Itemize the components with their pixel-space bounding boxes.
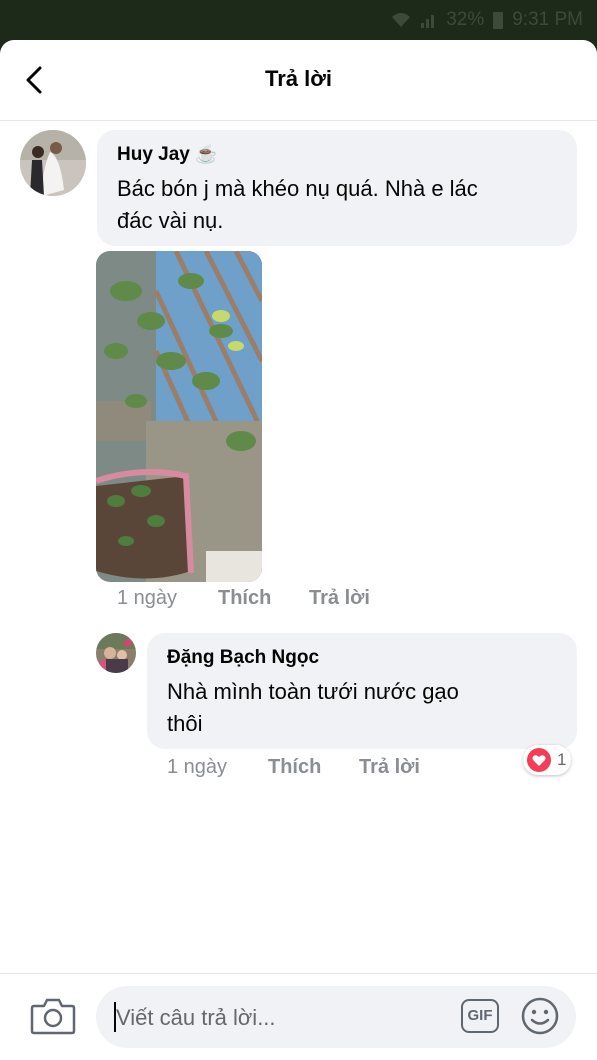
avatar-huy-jay[interactable] — [20, 130, 86, 196]
camera-icon[interactable] — [30, 996, 76, 1036]
reply-bubble[interactable]: Đặng Bạch Ngọc Nhà mình toàn tưới nước g… — [147, 633, 577, 749]
avatar-dang-bach-ngoc[interactable] — [96, 633, 136, 673]
comment-author[interactable]: Huy Jay ☕ — [117, 144, 218, 166]
comment-bubble[interactable]: Huy Jay ☕ Bác bón j mà khéo nụ quá. Nhà … — [97, 130, 577, 246]
comment-time: 1 ngày — [117, 587, 178, 609]
signal-icon — [421, 15, 435, 28]
avatar-photo — [20, 130, 86, 196]
battery-icon — [493, 12, 504, 29]
emoji-icon[interactable] — [520, 996, 560, 1036]
avatar-photo — [96, 633, 136, 673]
battery-percent: 32% — [446, 9, 485, 30]
comment-text-line2: đác vài nụ. — [117, 208, 224, 233]
header: Trả lời — [0, 40, 597, 121]
comment-text-line1: Bác bón j mà khéo nụ quá. Nhà e lác — [117, 176, 478, 201]
reply-like-button[interactable]: Thích — [268, 756, 321, 779]
reply-text-line2: thôi — [167, 711, 203, 736]
gif-button[interactable]: GIF — [461, 999, 499, 1033]
reply-input-wrapper[interactable]: GIF — [96, 986, 576, 1048]
reply-time: 1 ngày — [167, 756, 228, 778]
reply-reply-button[interactable]: Trả lời — [359, 756, 420, 779]
reaction-count: 1 — [557, 750, 567, 769]
text-cursor — [114, 1002, 116, 1032]
wifi-icon — [392, 13, 411, 27]
reply-input[interactable] — [114, 1000, 448, 1036]
status-bar: 32% 9:31 PM — [0, 0, 597, 40]
reply-composer: GIF — [0, 973, 597, 1060]
reply-author-name[interactable]: Đặng Bạch Ngọc — [167, 647, 319, 669]
comment-like-button[interactable]: Thích — [218, 587, 271, 610]
comment-reply-button[interactable]: Trả lời — [309, 587, 370, 610]
plant-photo-image — [96, 251, 262, 582]
reply-sheet: Trả lời Huy Jay ☕ Bác bón j mà khéo nụ q… — [0, 40, 597, 1060]
reaction-summary[interactable]: 1 — [523, 745, 571, 775]
page-title: Trả lời — [265, 66, 332, 91]
status-right: 32% 9:31 PM — [390, 9, 583, 31]
comment-photo[interactable] — [96, 251, 262, 582]
status-time: 9:31 PM — [512, 9, 583, 30]
coffee-badge-icon: ☕ — [195, 144, 218, 164]
heart-icon — [527, 748, 551, 772]
reply-text-line1: Nhà mình toàn tưới nước gạo — [167, 679, 459, 704]
comment-author-name[interactable]: Huy Jay — [117, 144, 190, 165]
